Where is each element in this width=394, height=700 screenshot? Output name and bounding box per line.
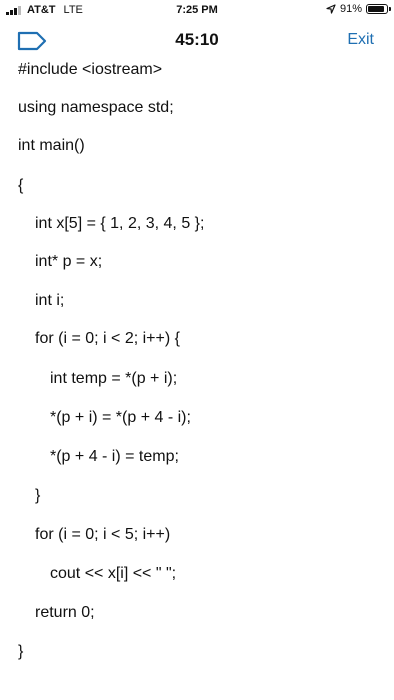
status-right: 91% (326, 3, 391, 15)
code-line: int main() (18, 137, 85, 154)
code-line: return 0; (35, 604, 95, 621)
code-line: #include <iostream> (18, 61, 163, 78)
code-line: for (i = 0; i < 2; i++) { (35, 330, 180, 347)
timer: 45:10 (175, 30, 219, 49)
code-line: } (18, 643, 24, 660)
code-line: int* p = x; (35, 253, 103, 270)
exit-button[interactable]: Exit (347, 31, 374, 49)
battery-icon (366, 4, 391, 14)
status-bar: AT&T LTE 7:25 PM 91% (0, 0, 394, 22)
code-line: cout << x[i] << " "; (50, 565, 177, 582)
code-line: int temp = *(p + i); (50, 370, 178, 387)
code-line: using namespace std; (18, 99, 174, 116)
code-line: } (35, 487, 41, 504)
location-arrow-icon (326, 4, 336, 14)
code-line: int x[5] = { 1, 2, 3, 4, 5 }; (35, 215, 205, 232)
nav-bar: 45:10 Exit (0, 22, 394, 58)
code-line: *(p + i) = *(p + 4 - i); (50, 409, 191, 426)
battery-percent: 91% (339, 3, 362, 15)
code-line: *(p + 4 - i) = temp; (50, 448, 179, 465)
code-line: { (18, 177, 24, 194)
code-line: int i; (35, 292, 65, 309)
code-line: for (i = 0; i < 5; i++) (35, 526, 171, 543)
